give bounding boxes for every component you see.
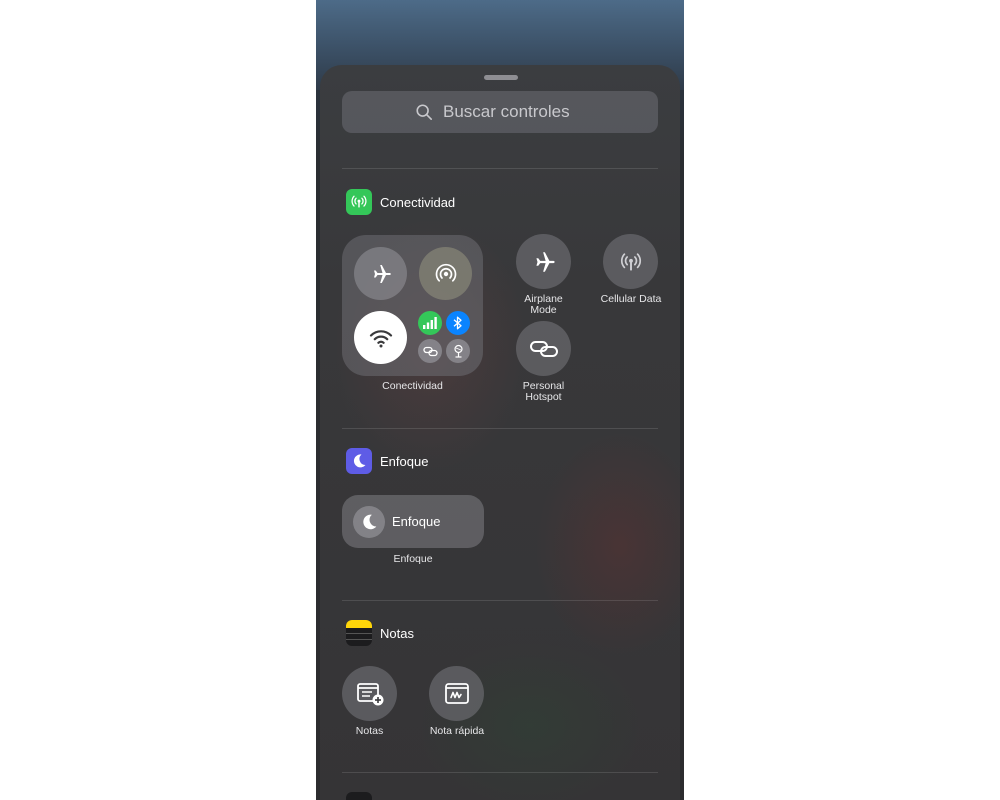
airplane-icon xyxy=(373,264,391,283)
divider xyxy=(342,600,658,601)
airplane-mode-button[interactable] xyxy=(516,234,571,289)
personal-hotspot-label: Personal Hotspot xyxy=(522,380,565,403)
search-bar[interactable] xyxy=(342,91,658,133)
bluetooth-icon xyxy=(453,316,462,330)
section-title: Enfoque xyxy=(380,453,429,469)
control-center-screen: Conectividad xyxy=(316,0,684,800)
focus-moon-circle xyxy=(353,505,385,538)
next-section-app-icon xyxy=(346,792,372,800)
quick-note-label: Nota rápida xyxy=(429,725,485,737)
section-header-connectivity: Conectividad xyxy=(346,189,455,215)
link-icon xyxy=(422,346,438,356)
wifi-toggle[interactable] xyxy=(354,311,407,364)
connectivity-block[interactable] xyxy=(342,235,483,376)
notes-button[interactable] xyxy=(342,666,397,721)
cellular-data-button[interactable] xyxy=(603,234,658,289)
airdrop-icon xyxy=(435,263,456,282)
airplane-mode-label: Airplane Mode xyxy=(524,293,563,316)
moon-app-icon xyxy=(346,448,372,474)
add-controls-sheet: Conectividad xyxy=(320,65,680,800)
divider xyxy=(342,168,658,169)
connectivity-block-label: Conectividad xyxy=(382,380,443,392)
wifi-icon xyxy=(369,329,392,347)
satellite-toggle[interactable] xyxy=(446,339,470,363)
quick-note-button[interactable] xyxy=(429,666,484,721)
quick-note-icon xyxy=(444,682,469,704)
section-header-focus: Enfoque xyxy=(346,448,428,474)
bluetooth-toggle[interactable] xyxy=(446,311,470,335)
section-title: Conectividad xyxy=(380,194,456,210)
airplane-icon xyxy=(535,251,555,272)
focus-caption: Enfoque xyxy=(393,553,433,565)
link-icon xyxy=(529,340,558,357)
satellite-icon xyxy=(453,344,463,358)
sheet-grabber[interactable] xyxy=(484,75,518,80)
section-header-notes: Notas xyxy=(346,620,414,646)
antenna-app-icon xyxy=(346,189,372,215)
antenna-icon xyxy=(351,195,367,208)
antenna-icon xyxy=(620,252,641,270)
focus-button-label: Enfoque xyxy=(392,514,441,529)
signal-bars-icon xyxy=(423,317,437,329)
search-icon xyxy=(416,104,433,121)
personal-hotspot-button[interactable] xyxy=(516,321,571,376)
focus-button[interactable]: Enfoque xyxy=(342,495,484,548)
notes-app-icon xyxy=(346,620,372,646)
airdrop-toggle[interactable] xyxy=(419,247,472,300)
section-title: Notas xyxy=(380,625,414,641)
moon-icon xyxy=(353,454,366,468)
moon-icon xyxy=(363,514,377,529)
cellular-toggle[interactable] xyxy=(418,311,442,335)
note-add-icon xyxy=(356,682,383,705)
notes-label: Notas xyxy=(355,725,384,737)
search-input[interactable] xyxy=(441,101,585,123)
hotspot-toggle[interactable] xyxy=(418,339,442,363)
divider xyxy=(342,428,658,429)
airplane-toggle[interactable] xyxy=(354,247,407,300)
divider xyxy=(342,772,658,773)
cellular-data-label: Cellular Data xyxy=(600,293,662,305)
